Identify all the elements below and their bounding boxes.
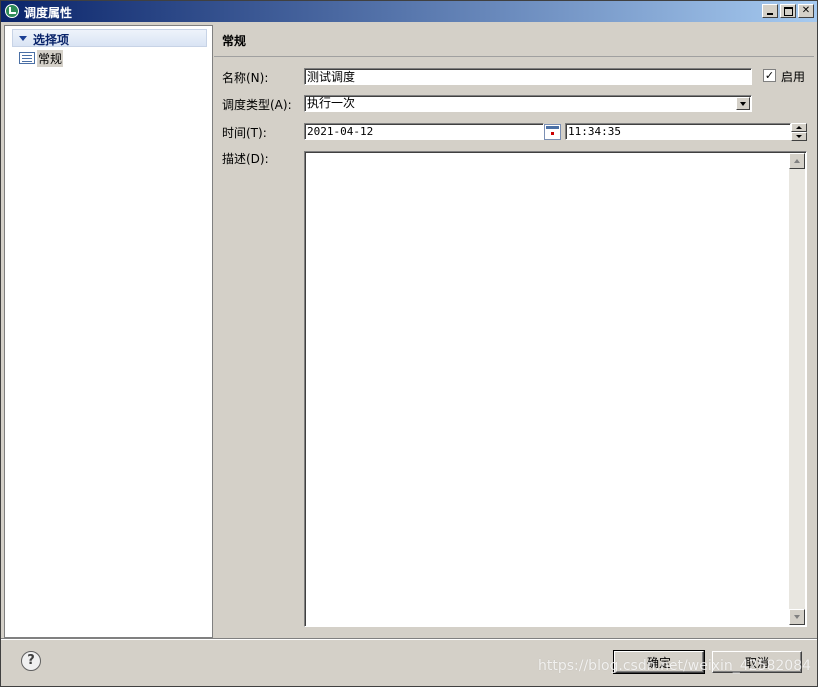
options-tree: 选择项 常规: [4, 25, 213, 638]
schedule-type-value: 执行一次: [307, 96, 356, 110]
chevron-down-icon[interactable]: [736, 97, 750, 110]
scroll-down-icon[interactable]: [789, 609, 805, 625]
footer-divider: [1, 638, 817, 640]
dialog-window: 调度属性 ✕ 选择项 常规 常规 名称(N): ✓ 启用 调度类型(A): 执行…: [0, 0, 818, 687]
time-label: 时间(T):: [222, 126, 267, 140]
triangle-down-icon[interactable]: [19, 36, 27, 41]
close-button[interactable]: ✕: [798, 4, 814, 18]
app-icon: [5, 4, 19, 18]
scroll-up-icon[interactable]: [789, 153, 805, 169]
section-title: 常规: [222, 34, 247, 48]
schedule-type-label: 调度类型(A):: [222, 98, 292, 112]
name-label: 名称(N):: [222, 71, 269, 85]
spin-up-icon[interactable]: [791, 123, 807, 132]
window-controls: ✕: [762, 4, 814, 18]
calendar-icon[interactable]: [544, 124, 561, 140]
enable-label: 启用: [781, 70, 806, 84]
description-textarea[interactable]: [304, 151, 807, 627]
minimize-button[interactable]: [762, 4, 778, 18]
tree-item-label: 常规: [37, 49, 64, 67]
name-field[interactable]: [304, 68, 752, 85]
enable-checkbox[interactable]: ✓: [763, 69, 776, 82]
spin-down-icon[interactable]: [791, 132, 807, 141]
watermark: https://blog.csdn.net/weixin_42582084: [538, 658, 812, 674]
window-title: 调度属性: [24, 6, 73, 20]
time-field[interactable]: [565, 123, 791, 140]
schedule-type-select[interactable]: 执行一次: [304, 95, 752, 112]
tree-item-general[interactable]: 常规: [19, 49, 64, 67]
tree-root-label: 选择项: [33, 33, 70, 47]
description-label: 描述(D):: [222, 152, 269, 166]
maximize-button[interactable]: [780, 4, 796, 18]
vertical-scrollbar[interactable]: [789, 153, 805, 625]
time-spinner[interactable]: [791, 123, 807, 141]
tree-root-options[interactable]: 选择项: [12, 29, 207, 47]
date-field[interactable]: [304, 123, 544, 140]
page-icon: [19, 52, 35, 64]
section-header: 常规: [214, 25, 814, 57]
title-bar[interactable]: 调度属性 ✕: [1, 1, 817, 22]
question-icon[interactable]: ?: [21, 651, 41, 671]
